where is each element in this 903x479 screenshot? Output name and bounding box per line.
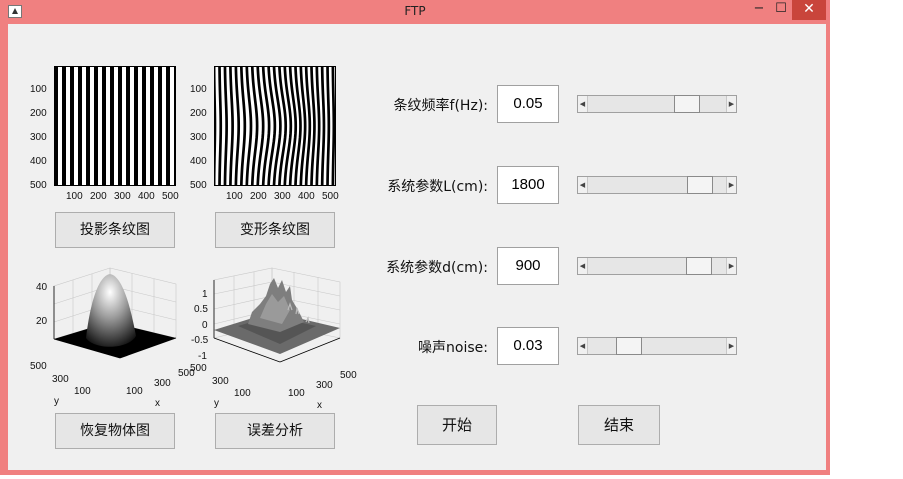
noise-input[interactable]: 0.03	[497, 327, 559, 365]
projected-ytick: 100	[30, 84, 47, 95]
projected-ytick: 400	[30, 156, 47, 167]
slider-left-arrow-icon[interactable]: ◀	[578, 258, 588, 274]
error-ylabel: y	[214, 398, 219, 409]
start-button[interactable]: 开始	[417, 405, 497, 445]
deformed-ytick: 200	[190, 108, 207, 119]
deformed-xtick: 300	[274, 191, 291, 202]
object-ztick: 40	[36, 282, 48, 293]
slider-thumb[interactable]	[686, 257, 713, 275]
projected-xtick: 100	[66, 191, 83, 202]
system-length-input[interactable]: 1800	[497, 166, 559, 204]
deformed-ytick: 500	[190, 180, 207, 191]
noise-label: 噪声noise:	[418, 340, 488, 356]
projected-ytick: 500	[30, 180, 47, 191]
error-ztick: -0.5	[191, 335, 209, 346]
app-window: FTP − ☐ ✕ 100 200 300 400 500 100 200 30…	[0, 0, 830, 475]
object-xtick: 300	[154, 378, 171, 389]
slider-right-arrow-icon[interactable]: ▶	[726, 177, 736, 193]
slider-right-arrow-icon[interactable]: ▶	[726, 338, 736, 354]
projected-ytick: 300	[30, 132, 47, 143]
error-xtick: 100	[288, 388, 305, 399]
title-bar[interactable]: FTP − ☐ ✕	[0, 0, 830, 24]
slider-thumb[interactable]	[615, 337, 642, 355]
projected-ytick: 200	[30, 108, 47, 119]
slider-thumb[interactable]	[687, 176, 714, 194]
minimize-button[interactable]: −	[748, 0, 770, 20]
error-ztick: 1	[202, 289, 208, 300]
end-button[interactable]: 结束	[578, 405, 660, 445]
fringe-frequency-label: 条纹频率f(Hz):	[393, 98, 488, 114]
deformed-xtick: 500	[322, 191, 339, 202]
maximize-button[interactable]: ☐	[770, 0, 792, 20]
fringe-frequency-slider[interactable]: ◀ ▶	[577, 95, 737, 113]
slider-left-arrow-icon[interactable]: ◀	[578, 338, 588, 354]
slider-thumb[interactable]	[673, 95, 700, 113]
error-ztick: 0.5	[194, 304, 208, 315]
slider-left-arrow-icon[interactable]: ◀	[578, 177, 588, 193]
projected-fringe-button[interactable]: 投影条纹图	[55, 212, 175, 248]
recover-object-button[interactable]: 恢复物体图	[55, 413, 175, 449]
error-ytick: 300	[212, 376, 229, 387]
error-analysis-button[interactable]: 误差分析	[215, 413, 335, 449]
system-length-slider[interactable]: ◀ ▶	[577, 176, 737, 194]
fringe-frequency-input[interactable]: 0.05	[497, 85, 559, 123]
deformed-ytick: 300	[190, 132, 207, 143]
close-button[interactable]: ✕	[792, 0, 826, 20]
deformed-xtick: 200	[250, 191, 267, 202]
object-xlabel: x	[155, 398, 160, 409]
projected-xtick: 400	[138, 191, 155, 202]
object-ztick: 20	[36, 316, 48, 327]
object-ytick: 100	[74, 386, 91, 397]
system-distance-slider[interactable]: ◀ ▶	[577, 257, 737, 275]
object-ylabel: y	[54, 396, 59, 407]
error-ytick: 500	[190, 363, 207, 374]
system-length-label: 系统参数L(cm):	[387, 179, 488, 195]
slider-right-arrow-icon[interactable]: ▶	[726, 258, 736, 274]
error-ytick: 100	[234, 388, 251, 399]
slider-left-arrow-icon[interactable]: ◀	[578, 96, 588, 112]
slider-right-arrow-icon[interactable]: ▶	[726, 96, 736, 112]
projected-xtick: 200	[90, 191, 107, 202]
figure-client-area: 100 200 300 400 500 100 200 300 400 500 …	[8, 24, 826, 470]
error-ztick: 0	[202, 320, 208, 331]
projected-fringe-image	[54, 66, 176, 186]
error-analysis-surface	[213, 267, 341, 363]
deformed-xtick: 400	[298, 191, 315, 202]
system-distance-label: 系统参数d(cm):	[386, 260, 488, 276]
window-title: FTP	[404, 4, 426, 18]
recovered-object-surface	[53, 267, 177, 359]
error-xtick: 500	[340, 370, 357, 381]
error-ztick: -1	[198, 351, 207, 362]
object-ytick: 300	[52, 374, 69, 385]
error-xlabel: x	[317, 400, 322, 411]
deformed-ytick: 100	[190, 84, 207, 95]
object-xtick: 100	[126, 386, 143, 397]
noise-slider[interactable]: ◀ ▶	[577, 337, 737, 355]
deformed-fringe-image	[214, 66, 336, 186]
deformed-fringe-stripe	[331, 66, 336, 186]
projected-xtick: 500	[162, 191, 179, 202]
system-distance-input[interactable]: 900	[497, 247, 559, 285]
deformed-ytick: 400	[190, 156, 207, 167]
deformed-xtick: 100	[226, 191, 243, 202]
projected-xtick: 300	[114, 191, 131, 202]
deformed-fringe-button[interactable]: 变形条纹图	[215, 212, 335, 248]
object-ytick: 500	[30, 361, 47, 372]
deformed-fringe-stripe	[326, 66, 331, 186]
error-xtick: 300	[316, 380, 333, 391]
deformed-fringe-stripe	[218, 66, 223, 186]
